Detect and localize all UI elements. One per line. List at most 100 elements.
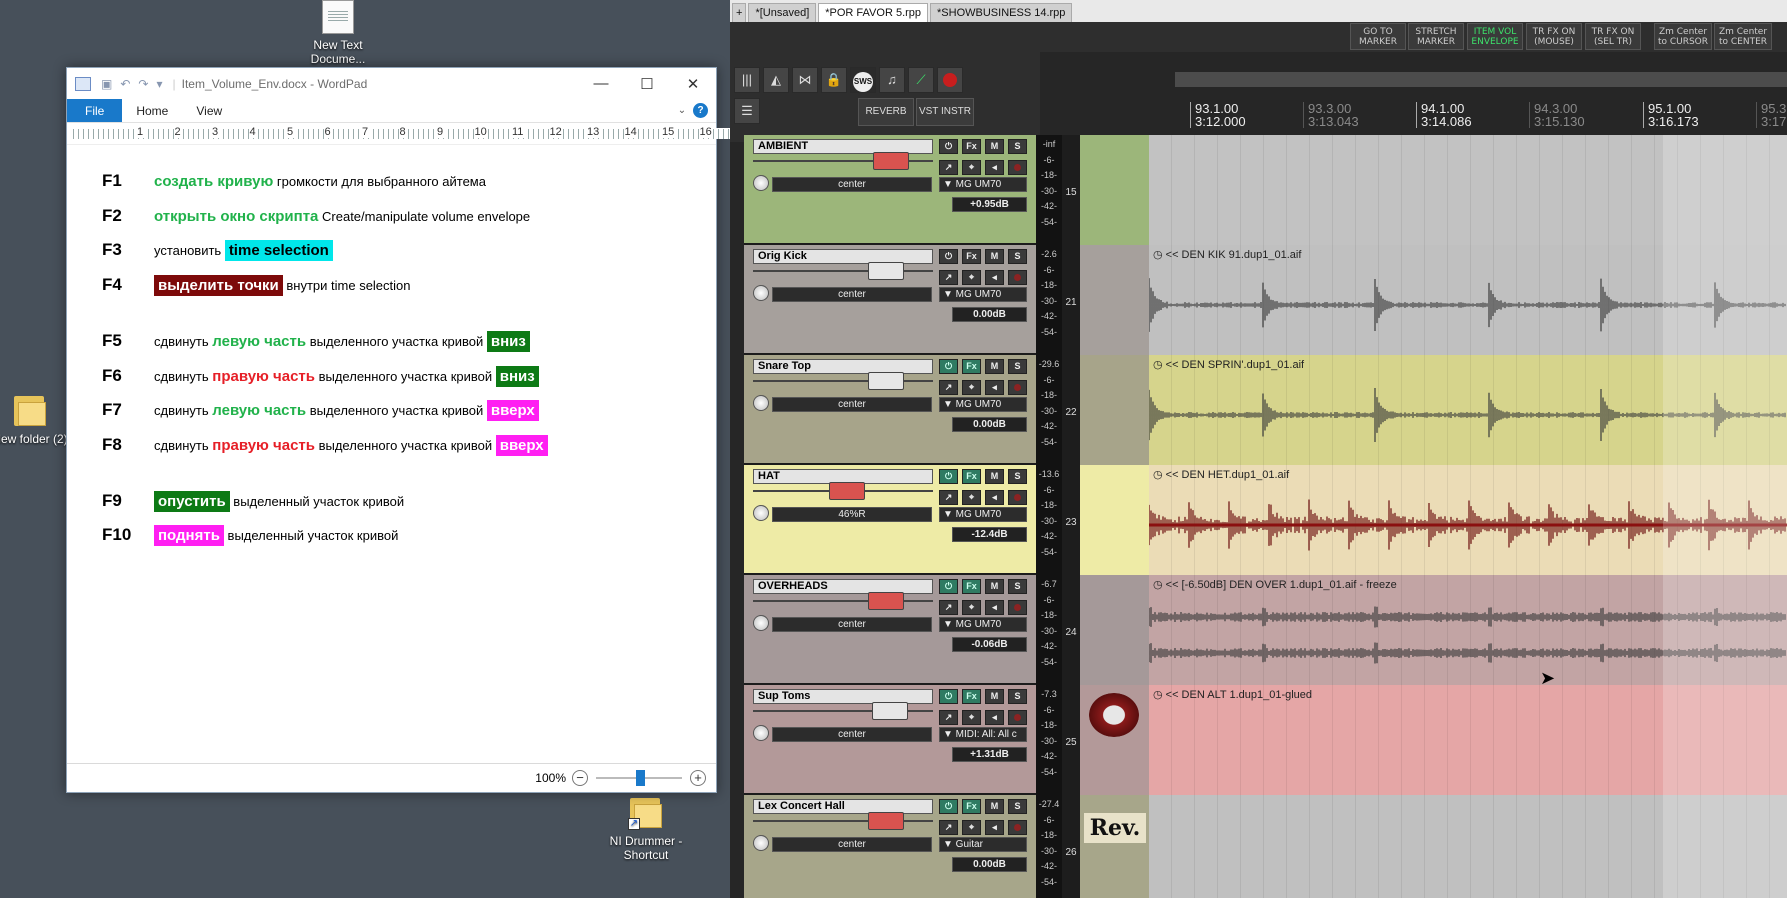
ribbon-collapse-icon[interactable]: ⌄ bbox=[671, 99, 693, 122]
toolbar-button[interactable]: Zm Center to CURSOR bbox=[1654, 23, 1712, 50]
track[interactable]: AMBIENT ⏻ Fx M S ↗ ⌖ ◂ center ▼ MG UM70 +0.95dB -in… bbox=[744, 135, 1787, 245]
track-name[interactable]: Orig Kick bbox=[753, 249, 933, 264]
phase-button[interactable]: ◂ bbox=[985, 380, 1004, 395]
pan-knob[interactable] bbox=[753, 835, 769, 851]
desktop-icon-ni-drummer[interactable]: ↗ NI Drummer - Shortcut bbox=[603, 794, 689, 862]
undo-icon[interactable]: ↶ bbox=[120, 77, 130, 91]
solo-button[interactable]: S bbox=[1008, 139, 1027, 154]
phase-button[interactable]: ◂ bbox=[985, 600, 1004, 615]
ripple-edit-icon[interactable]: ⋈ bbox=[792, 67, 818, 93]
timeline-scrollbar[interactable] bbox=[1175, 72, 1787, 87]
media-item-label[interactable]: ◷ << [-6.50dB] DEN OVER 1.dup1_01.aif - … bbox=[1153, 578, 1397, 591]
fx-dropdown[interactable]: ▼ MG UM70 bbox=[939, 617, 1027, 632]
arrange-lane[interactable]: ◷ << DEN HET.dup1_01.aif bbox=[1149, 465, 1787, 575]
ruler[interactable]: 1 2 3 4 5 6 7 8 9 10 11 12 13 14 15 16 bbox=[67, 123, 1112, 145]
io-button[interactable]: ⌖ bbox=[962, 270, 981, 285]
fx-dropdown[interactable]: ▼ Guitar bbox=[939, 837, 1027, 852]
volume-value[interactable]: -12.4dB bbox=[952, 527, 1027, 542]
save-icon[interactable]: ▣ bbox=[101, 77, 112, 91]
volume-fader-knob[interactable] bbox=[873, 152, 909, 170]
arrange-lane[interactable] bbox=[1149, 135, 1787, 245]
io-button[interactable]: ⌖ bbox=[962, 160, 981, 175]
arrange-lane[interactable] bbox=[1149, 795, 1787, 898]
desktop-icon-new-folder[interactable]: New folder (2) bbox=[0, 392, 73, 446]
record-arm-button[interactable] bbox=[1008, 160, 1027, 175]
volume-fader-knob[interactable] bbox=[868, 262, 904, 280]
pan-knob[interactable] bbox=[753, 285, 769, 301]
zoom-slider[interactable] bbox=[596, 770, 682, 786]
tab-file[interactable]: File bbox=[67, 99, 123, 122]
minimize-button[interactable]: — bbox=[578, 75, 624, 92]
document-area[interactable]: F1 создать кривую громкости для выбранног… bbox=[67, 146, 716, 765]
volume-value[interactable]: 0.00dB bbox=[952, 307, 1027, 322]
fx-dropdown[interactable]: ▼ MG UM70 bbox=[939, 397, 1027, 412]
fx-button[interactable]: Fx bbox=[962, 469, 981, 484]
volume-value[interactable]: +1.31dB bbox=[952, 747, 1027, 762]
track[interactable]: OVERHEADS ⏻ Fx M S ↗ ⌖ ◂ center ▼ MG UM70 -0.06dB -… bbox=[744, 575, 1787, 685]
fx-button[interactable]: Fx bbox=[962, 359, 981, 374]
zoom-slider-thumb[interactable] bbox=[636, 770, 645, 786]
record-arm-button[interactable] bbox=[1008, 380, 1027, 395]
reverb-button[interactable]: REVERB bbox=[858, 98, 914, 126]
volume-value[interactable]: -0.06dB bbox=[952, 637, 1027, 652]
tab-view[interactable]: View bbox=[182, 99, 236, 122]
mute-button[interactable]: M bbox=[985, 689, 1004, 704]
sws-icon[interactable]: SWS bbox=[850, 67, 876, 93]
toolbar-button[interactable]: TR FX ON (MOUSE) bbox=[1526, 23, 1582, 50]
project-tab[interactable]: *[Unsaved] bbox=[748, 3, 817, 22]
fx-bypass-button[interactable]: ⏻ bbox=[939, 469, 958, 484]
fx-button[interactable]: Fx bbox=[962, 249, 981, 264]
customize-quick-access-icon[interactable]: ▾ bbox=[156, 77, 162, 91]
io-button[interactable]: ⌖ bbox=[962, 600, 981, 615]
envelope-icon[interactable]: ⟋ bbox=[908, 67, 934, 93]
volume-fader[interactable] bbox=[753, 372, 933, 390]
pan-knob[interactable] bbox=[753, 175, 769, 191]
grid-icon[interactable]: ||| bbox=[734, 67, 760, 93]
automation-button[interactable]: ↗ bbox=[939, 490, 958, 505]
fx-bypass-button[interactable]: ⏻ bbox=[939, 249, 958, 264]
pan-knob[interactable] bbox=[753, 395, 769, 411]
pan-value[interactable]: center bbox=[772, 287, 932, 302]
track[interactable]: Sup Toms ⏻ Fx M S ↗ ⌖ ◂ center ▼ MIDI: All: All c… bbox=[744, 685, 1787, 795]
redo-icon[interactable]: ↷ bbox=[138, 77, 148, 91]
fx-dropdown[interactable]: ▼ MIDI: All: All c bbox=[939, 727, 1027, 742]
automation-button[interactable]: ↗ bbox=[939, 160, 958, 175]
volume-fader[interactable] bbox=[753, 592, 933, 610]
toolbar-button[interactable]: STRETCH MARKER bbox=[1408, 23, 1464, 50]
record-arm-button[interactable] bbox=[1008, 270, 1027, 285]
track-name[interactable]: Snare Top bbox=[753, 359, 933, 374]
volume-fader-knob[interactable] bbox=[868, 592, 904, 610]
mute-button[interactable]: M bbox=[985, 799, 1004, 814]
arrange-lane[interactable]: ◷ << [-6.50dB] DEN OVER 1.dup1_01.aif - … bbox=[1149, 575, 1787, 685]
volume-fader[interactable] bbox=[753, 702, 933, 720]
solo-button[interactable]: S bbox=[1008, 469, 1027, 484]
automation-button[interactable]: ↗ bbox=[939, 270, 958, 285]
track-name[interactable]: OVERHEADS bbox=[753, 579, 933, 594]
mute-button[interactable]: M bbox=[985, 579, 1004, 594]
pan-knob[interactable] bbox=[753, 505, 769, 521]
pan-value[interactable]: 46%R bbox=[772, 507, 932, 522]
solo-button[interactable]: S bbox=[1008, 249, 1027, 264]
volume-value[interactable]: 0.00dB bbox=[952, 417, 1027, 432]
record-arm-button[interactable] bbox=[1008, 600, 1027, 615]
pan-value[interactable]: center bbox=[772, 177, 932, 192]
fx-bypass-button[interactable]: ⏻ bbox=[939, 689, 958, 704]
media-item-label[interactable]: ◷ << DEN SPRIN'.dup1_01.aif bbox=[1153, 358, 1304, 371]
volume-fader-knob[interactable] bbox=[868, 372, 904, 390]
project-tab-active[interactable]: *POR FAVOR 5.rpp bbox=[818, 3, 929, 22]
track[interactable]: HAT ⏻ Fx M S ↗ ⌖ ◂ 46%R ▼ MG UM70 -12.4dB -13.6 -6- -… bbox=[744, 465, 1787, 575]
automation-button[interactable]: ↗ bbox=[939, 710, 958, 725]
phase-button[interactable]: ◂ bbox=[985, 160, 1004, 175]
media-item-label[interactable]: ◷ << DEN KIK 91.dup1_01.aif bbox=[1153, 248, 1301, 261]
record-icon[interactable] bbox=[937, 67, 963, 93]
record-arm-button[interactable] bbox=[1008, 490, 1027, 505]
zoom-in-button[interactable]: + bbox=[690, 770, 706, 786]
fx-button[interactable]: Fx bbox=[962, 579, 981, 594]
fx-dropdown[interactable]: ▼ MG UM70 bbox=[939, 507, 1027, 522]
toolbar-button[interactable]: Zm Center to CENTER bbox=[1714, 23, 1772, 50]
track-name[interactable]: Lex Concert Hall bbox=[753, 799, 933, 814]
solo-button[interactable]: S bbox=[1008, 689, 1027, 704]
mute-button[interactable]: M bbox=[985, 139, 1004, 154]
pan-value[interactable]: center bbox=[772, 397, 932, 412]
track[interactable]: Snare Top ⏻ Fx M S ↗ ⌖ ◂ center ▼ MG UM70 0.00dB -2… bbox=[744, 355, 1787, 465]
